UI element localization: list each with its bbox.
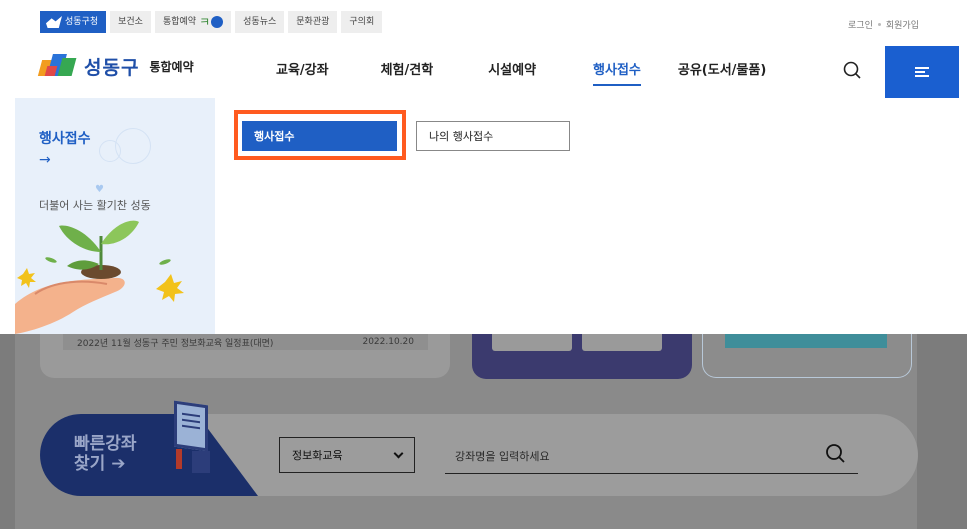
submenu-my-event-registration[interactable]: 나의 행사접수 — [416, 121, 570, 151]
hamburger-icon — [915, 67, 929, 77]
auth-links: 로그인 회원가입 — [848, 18, 919, 31]
search-icon — [826, 444, 845, 463]
nav-item-event[interactable]: 행사접수 — [593, 59, 641, 86]
site-tab-culture[interactable]: 문화관광 — [288, 11, 338, 33]
notice-card: 2022년 11월 성동구 주민 정보화교육 일정표(대면) 2022.10.2… — [40, 334, 450, 378]
notice-title: 2022년 11월 성동구 주민 정보화교육 일정표(대면) — [77, 338, 274, 349]
site-tab-label: 통합예약 — [162, 17, 197, 27]
site-tab-label: 보건소 — [118, 17, 143, 27]
arrow-right-icon[interactable]: → — [39, 152, 51, 168]
category-select[interactable]: 정보화교육 — [279, 437, 415, 473]
site-tabs: 성동구청 보건소 통합예약 ㅋ 성동뉴스 문화관광 구의회 — [40, 11, 383, 33]
site-tab-label: 문화관광 — [296, 17, 330, 27]
site-tab-council[interactable]: 구의회 — [341, 11, 383, 33]
logo-name: 성동구 — [84, 56, 140, 79]
chevron-down-icon — [393, 448, 404, 458]
banner-image — [725, 334, 887, 348]
main-header: 성동구 통합예약 교육/강좌 체험/견학 시설예약 행사접수 공유(도서/물품) — [0, 46, 967, 98]
site-tab-label: 성동구청 — [65, 17, 99, 27]
site-tab-label: 구의회 — [349, 17, 375, 27]
selection-highlight-box — [234, 110, 406, 160]
decoration-ring — [115, 128, 151, 164]
shortcut-slot[interactable] — [492, 334, 572, 351]
logo-subtitle: 통합예약 — [149, 59, 194, 74]
quick-search-label: 빠른강좌 찾기 ➔ — [74, 434, 137, 474]
quick-search-button[interactable] — [824, 442, 848, 466]
shortcut-card — [472, 334, 692, 379]
signup-link[interactable]: 회원가입 — [886, 18, 919, 31]
site-tab-news[interactable]: 성동뉴스 — [235, 11, 285, 33]
nav-item-education[interactable]: 교육/강좌 — [276, 59, 329, 86]
notice-row[interactable]: 2022년 11월 성동구 주민 정보화교육 일정표(대면) 2022.10.2… — [63, 334, 428, 350]
dropdown-section-title: 행사접수 — [39, 131, 91, 147]
event-dropdown-menu: ♥ 행사접수 → 더불어 사는 활기찬 성동 행사접수 나의 행사접수 — [15, 98, 967, 334]
site-tab-health-center[interactable]: 보건소 — [110, 11, 151, 33]
search-icon — [843, 61, 861, 79]
site-tab-reservation[interactable]: 통합예약 ㅋ — [154, 11, 232, 33]
site-tab-seongdong[interactable]: 성동구청 — [40, 11, 107, 33]
submenu-label: 나의 행사접수 — [429, 130, 494, 143]
nav-item-facility[interactable]: 시설예약 — [488, 59, 536, 86]
login-link[interactable]: 로그인 — [848, 18, 873, 31]
nav-item-experience[interactable]: 체험/견학 — [381, 59, 434, 86]
district-logo-icon — [46, 16, 62, 28]
dropdown-side-panel: ♥ 행사접수 → 더불어 사는 활기찬 성동 — [15, 98, 215, 334]
site-tab-label: 성동뉴스 — [243, 17, 277, 27]
site-logo[interactable]: 성동구 통합예약 — [37, 52, 194, 80]
category-select-value: 정보화교육 — [292, 449, 343, 462]
kiosk-illustration-icon — [168, 400, 218, 475]
search-button[interactable] — [842, 60, 864, 82]
logo-mark-icon — [37, 52, 78, 80]
seedling-hand-illustration — [15, 220, 184, 334]
notice-date: 2022.10.20 — [362, 337, 414, 347]
shortcut-slot[interactable] — [582, 334, 662, 351]
all-menu-button[interactable] — [885, 46, 959, 98]
global-nav: 교육/강좌 체험/견학 시설예약 행사접수 공유(도서/물품) — [276, 59, 766, 86]
heart-icon: ♥ — [95, 184, 104, 195]
nav-item-sharing[interactable]: 공유(도서/물품) — [678, 59, 766, 86]
utility-bar: 성동구청 보건소 통합예약 ㅋ 성동뉴스 문화관광 구의회 로그인 회원가입 — [0, 0, 967, 46]
course-search-input[interactable] — [445, 440, 858, 474]
mascot-icon: ㅋ — [199, 16, 224, 28]
separator-dot — [877, 23, 881, 26]
banner-card — [702, 334, 912, 378]
page: 성동구청 보건소 통합예약 ㅋ 성동뉴스 문화관광 구의회 로그인 회원가입 성… — [0, 0, 967, 529]
